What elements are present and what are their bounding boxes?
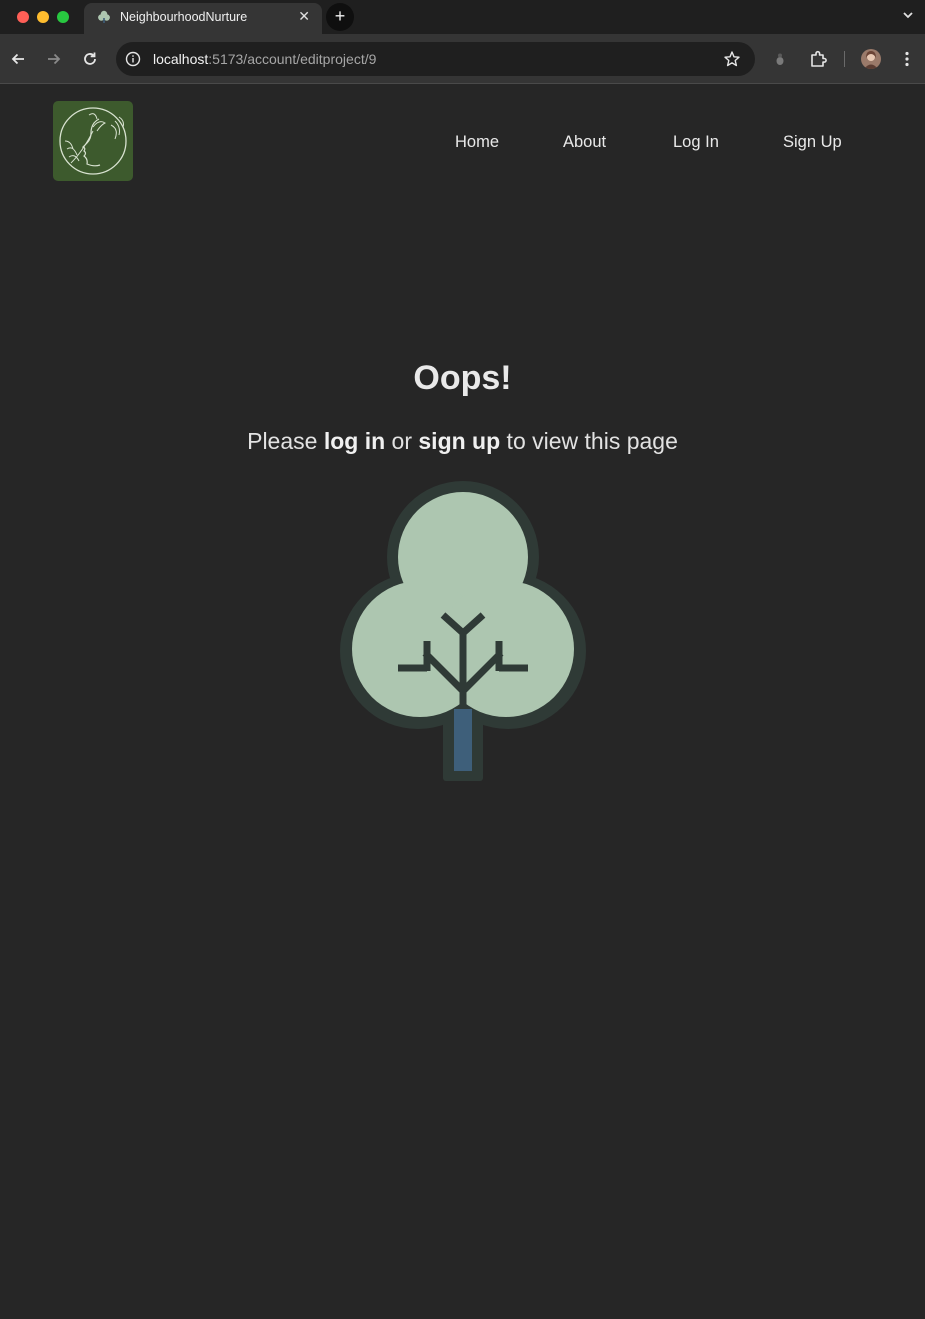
login-link[interactable]: log in (324, 428, 385, 454)
tab-title: NeighbourhoodNurture (120, 10, 248, 24)
window-maximize-button[interactable] (57, 11, 69, 23)
profile-photo-icon (861, 49, 881, 69)
browser-toolbar: localhost:5173/account/editproject/9 (0, 34, 925, 84)
extensions-puzzle-icon[interactable] (808, 49, 828, 69)
tree-favicon-icon (98, 10, 110, 23)
reload-icon[interactable] (81, 50, 99, 68)
extension-icon[interactable] (772, 50, 788, 68)
message-text-after: to view this page (500, 428, 678, 454)
nav-link-about[interactable]: About (563, 133, 606, 152)
browser-tab[interactable]: NeighbourhoodNurture ✕ (84, 3, 322, 34)
toolbar-separator (844, 51, 845, 67)
signup-link[interactable]: sign up (418, 428, 500, 454)
browser-menu-icon[interactable] (899, 50, 915, 68)
floral-profile-logo-icon (59, 107, 127, 175)
message-text-middle: or (385, 428, 419, 454)
error-heading: Oops! (413, 359, 512, 397)
bookmark-star-icon[interactable] (723, 50, 741, 68)
site-info-icon[interactable] (125, 51, 141, 67)
nav-link-signup[interactable]: Sign Up (783, 133, 842, 152)
url-text: localhost:5173/account/editproject/9 (153, 51, 376, 67)
window-close-button[interactable] (17, 11, 29, 23)
browser-tab-bar: NeighbourhoodNurture ✕ + (0, 0, 925, 34)
forward-arrow-icon[interactable] (45, 50, 63, 68)
new-tab-button[interactable]: + (326, 3, 354, 31)
tree-illustration (340, 481, 586, 781)
url-host: localhost (153, 51, 209, 67)
back-arrow-icon[interactable] (9, 50, 27, 68)
message-text-before: Please (247, 428, 324, 454)
login-required-message: Please log in or sign up to view this pa… (0, 428, 925, 455)
tab-search-chevron-icon[interactable] (901, 8, 915, 22)
url-path: :5173/account/editproject/9 (208, 51, 377, 67)
close-tab-icon[interactable]: ✕ (298, 8, 310, 24)
profile-avatar[interactable] (861, 49, 881, 69)
address-bar[interactable]: localhost:5173/account/editproject/9 (116, 42, 755, 76)
nav-link-login[interactable]: Log In (673, 133, 719, 152)
window-minimize-button[interactable] (37, 11, 49, 23)
site-logo[interactable] (53, 101, 133, 181)
nav-link-home[interactable]: Home (455, 133, 499, 152)
